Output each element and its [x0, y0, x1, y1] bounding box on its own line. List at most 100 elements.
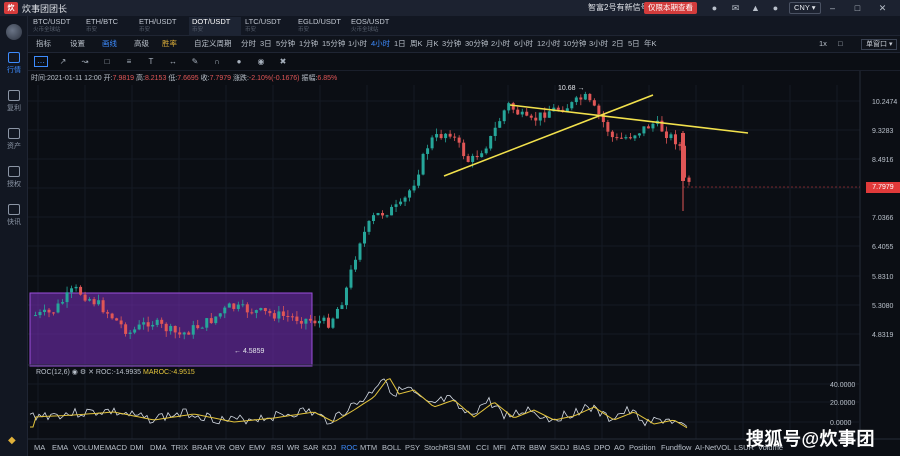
advanced-button[interactable]: 高级	[134, 39, 149, 49]
indicator-tab[interactable]: SKDJ	[550, 443, 569, 452]
candlestick-chart[interactable]: 10.2474 9.3283 8.4916 7.7979 7.0366 6.4055 5.8…	[28, 71, 900, 456]
period-1h[interactable]: 1小时	[348, 39, 367, 49]
indicator-tab[interactable]: EMA	[52, 443, 68, 452]
indicator-tab[interactable]: RSI	[271, 443, 284, 452]
tab-eth-btc[interactable]: ETH/BTC 币安	[83, 17, 135, 36]
layout-select[interactable]: 单窗口 ▾	[861, 39, 898, 50]
indicator-tab[interactable]: ATR	[511, 443, 525, 452]
indicator-tab[interactable]: PSY	[405, 443, 420, 452]
period-30m[interactable]: 30分钟	[465, 39, 488, 49]
bell-icon[interactable]: ●	[709, 3, 720, 13]
period-month[interactable]: 月K	[426, 39, 439, 49]
indicator-tab[interactable]: EMV	[249, 443, 265, 452]
roc-name[interactable]: ROC(12,6)	[36, 369, 70, 376]
shirt-icon[interactable]: ▲	[750, 3, 761, 13]
indicator-tab[interactable]: MACD	[105, 443, 127, 452]
period-week[interactable]: 周K	[410, 39, 423, 49]
indicator-tab[interactable]: BRAR	[192, 443, 213, 452]
trendline-tool-icon[interactable]: ↗	[56, 56, 70, 67]
win-rate-button[interactable]: 胜率	[162, 39, 177, 49]
sidebar-item-assets[interactable]: 资产	[0, 128, 28, 158]
mail-icon[interactable]: ✉	[730, 3, 741, 13]
tab-ltc-usdt[interactable]: LTC/USDT 币安	[242, 17, 294, 36]
roc-close-icon[interactable]: ✕	[88, 369, 94, 376]
indicator-tab[interactable]: SAR	[303, 443, 318, 452]
indicator-tab[interactable]: BBW	[529, 443, 546, 452]
sidebar-item-compound[interactable]: 复利	[0, 90, 28, 120]
indicator-button[interactable]: 指标	[36, 39, 51, 49]
diamond-icon[interactable]: ◆	[8, 436, 20, 446]
indicator-tab[interactable]: Position	[629, 443, 656, 452]
indicator-tab[interactable]: MA	[34, 443, 45, 452]
indicator-tab[interactable]: KDJ	[322, 443, 336, 452]
eye-icon[interactable]: ◉	[254, 56, 268, 67]
period-5m[interactable]: 5分钟	[276, 39, 295, 49]
period-4h[interactable]: 4小时	[371, 39, 390, 49]
pen-tool-icon[interactable]: ✎	[188, 56, 202, 67]
indicator-tab[interactable]: BOLL	[382, 443, 401, 452]
indicator-tab[interactable]: DMA	[150, 443, 167, 452]
indicator-tab[interactable]: TRIX	[171, 443, 188, 452]
period-2h[interactable]: 2小时	[491, 39, 510, 49]
indicator-tab[interactable]: AI-NetVOL	[695, 443, 731, 452]
indicator-tab[interactable]: AO	[614, 443, 625, 452]
maximize-icon[interactable]: □	[852, 3, 863, 13]
period-12h[interactable]: 12小时	[537, 39, 560, 49]
sidebar-item-market[interactable]: 行情	[0, 52, 28, 82]
fullscreen-icon[interactable]: □	[838, 39, 843, 49]
fibonacci-tool-icon[interactable]: ≡	[122, 56, 136, 67]
currency-select[interactable]: CNY ▾	[789, 2, 821, 14]
period-3m[interactable]: 3分钟	[442, 39, 461, 49]
indicator-tab[interactable]: MFI	[493, 443, 506, 452]
measure-tool-icon[interactable]: ↔	[166, 56, 180, 67]
lock-icon[interactable]: ●	[232, 56, 246, 67]
trash-icon[interactable]: ✖	[276, 56, 290, 67]
sidebar-item-news[interactable]: 快讯	[0, 204, 28, 234]
notice-action-button[interactable]: 仅限本期查看	[644, 2, 697, 14]
period-5d[interactable]: 5日	[628, 39, 640, 49]
sidebar-item-authorize[interactable]: 授权	[0, 166, 28, 196]
period-6h[interactable]: 6小时	[514, 39, 533, 49]
settings-button[interactable]: 设置	[70, 39, 85, 49]
indicator-tab[interactable]: CCI	[476, 443, 489, 452]
custom-period-select[interactable]: 自定义周期	[194, 39, 232, 49]
chart-area[interactable]: 10.2474 9.3283 8.4916 7.7979 7.0366 6.4055 5.8…	[28, 71, 900, 456]
indicator-tab[interactable]: MTM	[360, 443, 377, 452]
indicator-tab[interactable]: Fundflow	[661, 443, 691, 452]
text-tool-icon[interactable]: T	[144, 56, 158, 67]
rectangle-tool-icon[interactable]: □	[100, 56, 114, 67]
period-timeshare[interactable]: 分时	[241, 39, 256, 49]
indicator-tab[interactable]: SMI	[457, 443, 470, 452]
period-year[interactable]: 年K	[644, 39, 657, 49]
tab-dot-usdt[interactable]: DOT/USDT 币安	[189, 17, 241, 36]
indicator-tab[interactable]: VOLUME	[73, 443, 105, 452]
indicator-tab[interactable]: DPO	[594, 443, 610, 452]
period-1m[interactable]: 1分钟	[299, 39, 318, 49]
tab-btc-usdt[interactable]: BTC/USDT 火币全球站	[30, 17, 82, 36]
indicator-tab-roc[interactable]: ROC	[341, 443, 358, 452]
tab-eth-usdt[interactable]: ETH/USDT 币安	[136, 17, 188, 36]
roc-eye-icon[interactable]: ◉	[72, 369, 78, 376]
minimize-icon[interactable]: –	[827, 3, 838, 13]
period-2d[interactable]: 2日	[612, 39, 624, 49]
magnet-icon[interactable]: ∩	[210, 56, 224, 67]
user-icon[interactable]: ●	[770, 3, 781, 13]
signal-notice[interactable]: 智富2号有新信号	[588, 2, 648, 13]
period-1d[interactable]: 1日	[394, 39, 406, 49]
period-3h[interactable]: 3小时	[589, 39, 608, 49]
period-10m[interactable]: 10分钟	[563, 39, 586, 49]
roc-settings-icon[interactable]: ⚙	[80, 369, 86, 376]
indicator-tab[interactable]: BIAS	[573, 443, 590, 452]
draw-line-button[interactable]: 画线	[102, 39, 117, 49]
tab-egld-usdt[interactable]: EGLD/USDT 币安	[295, 17, 347, 36]
scale-label[interactable]: 1x	[819, 39, 827, 49]
indicator-tab[interactable]: StochRSI	[424, 443, 456, 452]
close-icon[interactable]: ✕	[877, 3, 888, 13]
indicator-tab[interactable]: WR	[287, 443, 300, 452]
ray-tool-icon[interactable]: ↝	[78, 56, 92, 67]
crosshair-icon[interactable]: ⋯	[34, 56, 48, 67]
period-3d[interactable]: 3日	[260, 39, 272, 49]
indicator-tab[interactable]: OBV	[229, 443, 245, 452]
indicator-tab[interactable]: DMI	[130, 443, 144, 452]
tab-eos-usdt[interactable]: EOS/USDT 火币全球站	[348, 17, 400, 36]
